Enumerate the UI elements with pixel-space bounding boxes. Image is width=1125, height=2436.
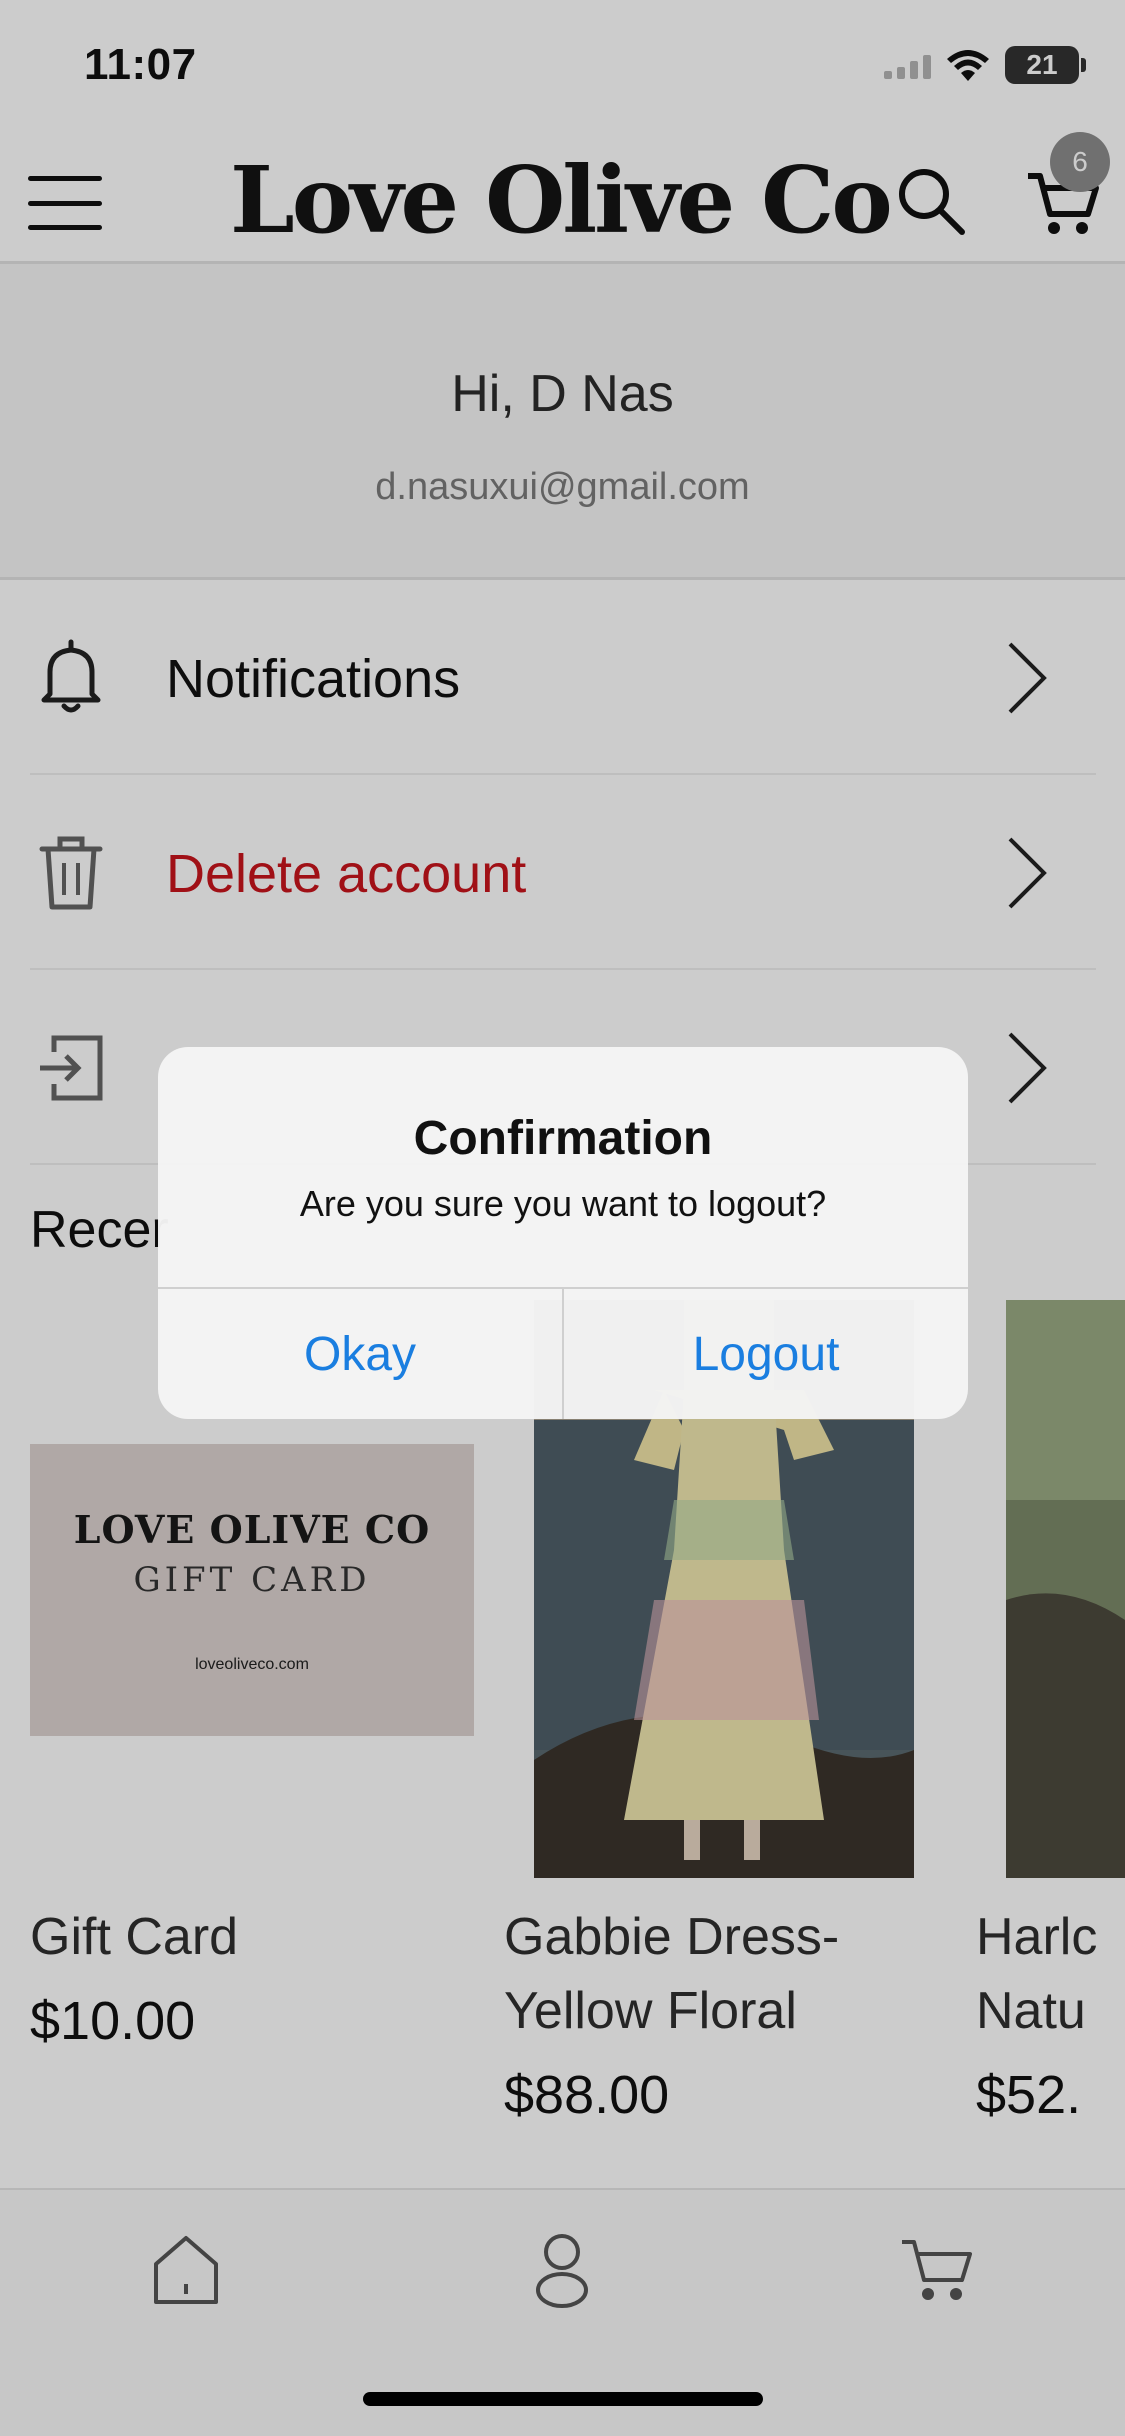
logout-button[interactable]: Logout [564, 1289, 968, 1419]
dialog-message: Are you sure you want to logout? [299, 1183, 827, 1224]
app-screen: 11:07 21 Love Olive Co 6 Hi, D Nas d.nas… [0, 0, 1125, 2436]
dialog-title: Confirmation [413, 1112, 713, 1165]
logout-confirmation-dialog: Confirmation Are you sure you want to lo… [158, 1047, 968, 1419]
home-indicator[interactable] [363, 2392, 763, 2406]
okay-button[interactable]: Okay [158, 1289, 562, 1419]
